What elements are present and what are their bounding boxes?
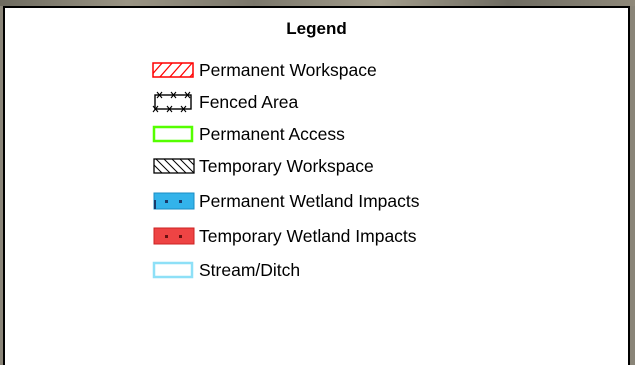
legend-title: Legend: [286, 19, 347, 38]
legend-item-label: Permanent Access: [199, 123, 345, 144]
legend-item-label: Permanent Workspace: [199, 59, 377, 80]
legend-panel: Legend Permanent Workspace Fenced Area P…: [3, 6, 630, 365]
legend-item-permanent-access: Permanent Access: [151, 122, 345, 146]
red-hatched-box-icon: [151, 59, 199, 81]
black-hatched-box-icon: [151, 155, 199, 177]
legend-item-fenced-area: Fenced Area: [151, 90, 298, 114]
green-outline-box-icon: [151, 123, 199, 145]
legend-item-label: Temporary Wetland Impacts: [199, 225, 417, 246]
red-dotted-box-icon: [151, 225, 199, 247]
legend-item-label: Stream/Ditch: [199, 259, 301, 280]
legend-item-temporary-wetland-impacts: Temporary Wetland Impacts: [151, 224, 417, 248]
cyan-outline-box-icon: [151, 259, 199, 281]
legend-item-permanent-wetland-impacts: Permanent Wetland Impacts: [151, 189, 419, 213]
legend-item-permanent-workspace: Permanent Workspace: [151, 58, 377, 82]
blue-dotted-box-icon: [151, 190, 199, 212]
legend-item-label: Temporary Workspace: [199, 155, 374, 176]
legend-item-label: Permanent Wetland Impacts: [199, 190, 420, 211]
legend-item-stream-ditch: Stream/Ditch: [151, 258, 300, 282]
fence-line-box-icon: [151, 91, 199, 113]
legend-item-temporary-workspace: Temporary Workspace: [151, 154, 374, 178]
legend-item-label: Fenced Area: [199, 91, 299, 112]
